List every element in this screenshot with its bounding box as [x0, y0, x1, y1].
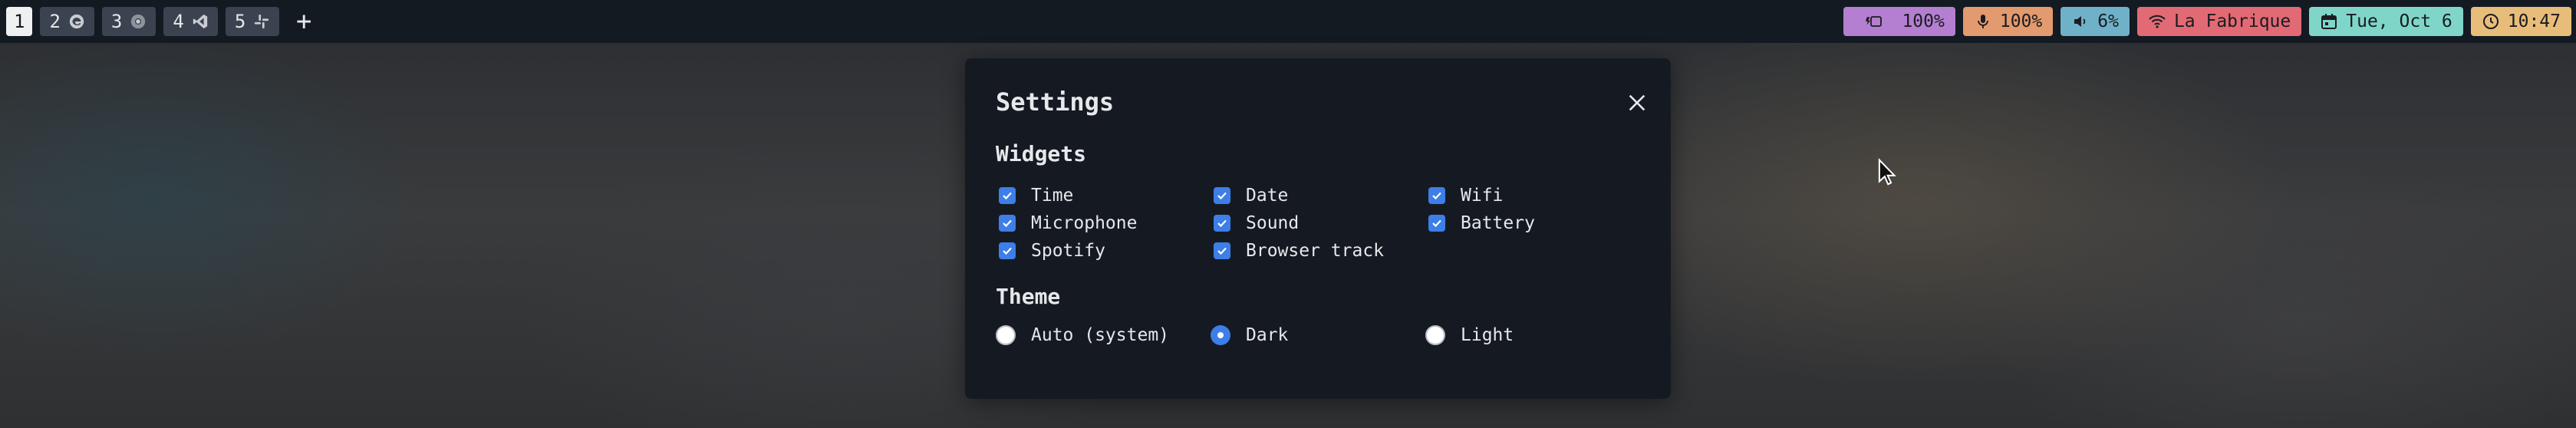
sound-widget[interactable]: 6% — [2060, 7, 2130, 36]
sound-value: 6% — [2097, 12, 2119, 31]
theme-radio-light[interactable]: Light — [1425, 325, 1514, 345]
checkbox-label: Time — [1031, 186, 1074, 206]
checkbox[interactable] — [999, 187, 1016, 204]
checkbox-label: Date — [1246, 186, 1289, 206]
radio-button[interactable] — [996, 325, 1016, 345]
checkbox-label: Spotify — [1031, 241, 1105, 261]
workspace-number: 4 — [173, 11, 184, 32]
dialog-title: Settings — [996, 87, 1115, 117]
check-icon — [1432, 192, 1441, 200]
radio-button[interactable] — [1211, 325, 1230, 345]
battery-widget[interactable]: 100% — [1843, 7, 1955, 36]
check-icon — [1003, 192, 1012, 200]
workspace-3[interactable]: 3 — [101, 7, 156, 36]
workspace-switcher: 1 2 3 4 5 — [6, 7, 280, 36]
calendar-icon — [2321, 14, 2337, 29]
microphone-icon — [1977, 15, 1988, 28]
checkbox-label: Wifi — [1461, 186, 1504, 206]
widget-checkbox-wifi[interactable]: Wifi — [1428, 186, 1503, 206]
battery-value: 100% — [1902, 12, 1945, 31]
add-workspace-button[interactable]: + — [292, 8, 316, 35]
widget-checkbox-microphone[interactable]: Microphone — [999, 213, 1137, 233]
check-icon — [1217, 192, 1227, 200]
workspace-2[interactable]: 2 — [40, 7, 94, 36]
checkbox-label: Battery — [1461, 213, 1535, 233]
wifi-widget[interactable]: La Fabrique — [2136, 7, 2302, 36]
radio-button[interactable] — [1425, 325, 1445, 345]
time-value: 10:47 — [2507, 12, 2561, 31]
checkbox[interactable] — [999, 215, 1016, 232]
widget-checkbox-browser-track[interactable]: Browser track — [1214, 241, 1384, 261]
radio-label: Light — [1461, 325, 1514, 345]
checkbox[interactable] — [1428, 215, 1445, 232]
workspace-number: 5 — [234, 11, 246, 32]
check-icon — [1217, 219, 1227, 228]
workspace-number: 2 — [49, 11, 61, 32]
check-icon — [1432, 219, 1441, 228]
top-bar: 1 2 3 4 5 + 100% 100% 6% La Fabrique Tue… — [0, 0, 2576, 43]
theme-heading: Theme — [996, 284, 1061, 309]
theme-radio-auto[interactable]: Auto (system) — [996, 325, 1169, 345]
radio-label: Auto (system) — [1031, 325, 1170, 345]
workspace-4[interactable]: 4 — [163, 7, 218, 36]
close-icon[interactable] — [1626, 92, 1648, 114]
battery-icon — [1866, 16, 1883, 27]
workspace-number: 3 — [110, 11, 123, 32]
check-icon — [1217, 247, 1227, 255]
checkbox-label: Microphone — [1031, 213, 1138, 233]
widget-checkbox-spotify[interactable]: Spotify — [999, 241, 1105, 261]
checkbox-label: Sound — [1246, 213, 1300, 233]
status-area: 100% 100% 6% La Fabrique Tue, Oct 6 10:4… — [1843, 7, 2571, 36]
time-widget[interactable]: 10:47 — [2470, 7, 2571, 36]
checkbox[interactable] — [1214, 242, 1230, 259]
vscode-icon — [193, 14, 207, 29]
wifi-network-name: La Fabrique — [2173, 12, 2291, 31]
clock-icon — [2482, 14, 2499, 29]
date-value: Tue, Oct 6 — [2346, 12, 2452, 31]
mouse-cursor-icon — [1878, 158, 1896, 186]
checkbox-label: Browser track — [1246, 241, 1385, 261]
checkbox[interactable] — [999, 242, 1016, 259]
widget-checkbox-date[interactable]: Date — [1214, 186, 1288, 206]
date-widget[interactable]: Tue, Oct 6 — [2309, 7, 2463, 36]
workspace-number: 1 — [14, 11, 25, 32]
workspace-5[interactable]: 5 — [225, 7, 280, 36]
widget-checkbox-time[interactable]: Time — [999, 186, 1073, 206]
widgets-heading: Widgets — [996, 141, 1087, 166]
widget-checkbox-battery[interactable]: Battery — [1428, 213, 1535, 233]
workspace-1[interactable]: 1 — [6, 7, 33, 36]
check-icon — [1003, 219, 1012, 228]
microphone-widget[interactable]: 100% — [1962, 7, 2054, 36]
widget-checkbox-sound[interactable]: Sound — [1214, 213, 1299, 233]
checkbox[interactable] — [1214, 187, 1230, 204]
checkbox[interactable] — [1428, 187, 1445, 204]
chrome-icon — [131, 14, 146, 29]
microphone-value: 100% — [1999, 12, 2043, 31]
check-icon — [1003, 247, 1012, 255]
slack-icon — [255, 14, 269, 29]
theme-radio-dark[interactable]: Dark — [1211, 325, 1288, 345]
speaker-icon — [2074, 16, 2086, 27]
checkbox[interactable] — [1214, 215, 1230, 232]
wifi-icon — [2149, 15, 2166, 28]
radio-label: Dark — [1246, 325, 1289, 345]
edge-browser-icon — [69, 14, 84, 29]
settings-dialog: Settings Widgets Time Date Wifi Micropho… — [965, 58, 1671, 399]
